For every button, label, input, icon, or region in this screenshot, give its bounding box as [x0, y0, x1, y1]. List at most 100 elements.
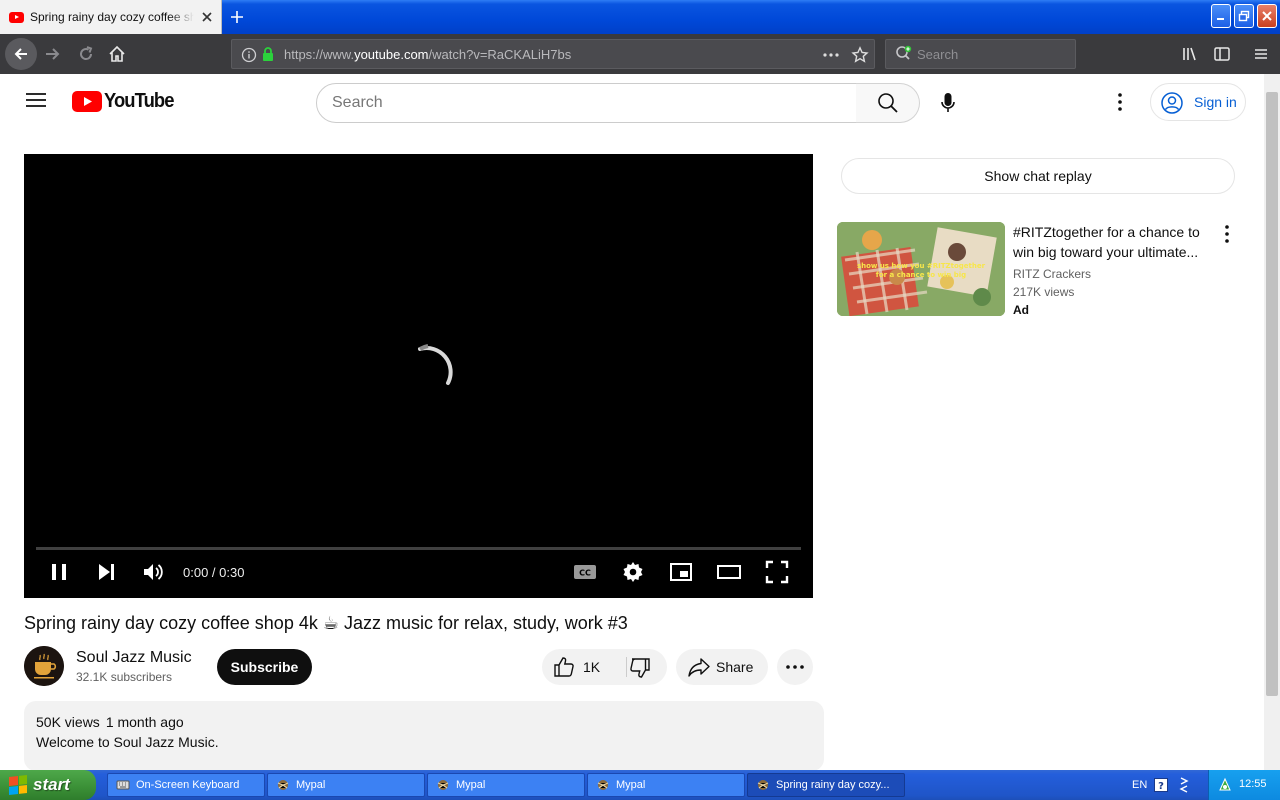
- arrow-left-icon: [14, 48, 27, 60]
- tray-arrows-icon[interactable]: [1178, 776, 1190, 794]
- network-icon[interactable]: [1217, 777, 1233, 793]
- youtube-header: YouTube Search Sign in: [0, 74, 1264, 130]
- url-path: /watch?v=RaCKALiH7bs: [428, 47, 572, 62]
- taskbar-item-label: Mypal: [456, 779, 486, 791]
- theater-mode-icon[interactable]: [717, 560, 741, 584]
- svg-text:CC: CC: [579, 569, 591, 578]
- youtube-search-button[interactable]: [856, 83, 920, 123]
- ad-channel: RITZ Crackers: [1013, 267, 1091, 281]
- browser-nav-bar: https://www.youtube.com/watch?v=RaCKALiH…: [0, 34, 1280, 74]
- sign-in-label: Sign in: [1194, 94, 1237, 110]
- start-label: start: [33, 775, 70, 794]
- youtube-logo-text: YouTube: [104, 90, 174, 112]
- next-video-icon[interactable]: [94, 560, 118, 584]
- search-icon: [877, 93, 898, 113]
- tab-close-icon[interactable]: [200, 10, 214, 24]
- description-box[interactable]: 50K views 1 month ago Welcome to Soul Jaz…: [24, 701, 824, 771]
- share-label: Share: [716, 659, 754, 675]
- page-scrollbar[interactable]: [1264, 74, 1280, 770]
- more-actions-button[interactable]: [777, 649, 813, 685]
- video-player[interactable]: 0:00 / 0:30 CC: [24, 154, 813, 598]
- url-bar[interactable]: https://www.youtube.com/watch?v=RaCKALiH…: [231, 39, 875, 69]
- time-display: 0:00 / 0:30: [183, 565, 245, 580]
- browser-search-bar[interactable]: Search: [885, 39, 1076, 69]
- like-dislike-bar: 1K: [542, 649, 667, 685]
- taskbar-item-on-screen-keyboard[interactable]: On-Screen Keyboard: [107, 773, 265, 797]
- subscribe-button[interactable]: Subscribe: [217, 649, 312, 685]
- channel-avatar[interactable]: [24, 646, 64, 686]
- taskbar-item-mypal-1[interactable]: Mypal: [267, 773, 425, 797]
- ad-title[interactable]: #RITZtogether for a chance to win big to…: [1013, 222, 1213, 262]
- loading-spinner-icon: [418, 344, 453, 385]
- home-icon[interactable]: [107, 44, 127, 64]
- scrollbar-thumb[interactable]: [1266, 92, 1278, 696]
- back-button[interactable]: [5, 38, 37, 70]
- more-horizontal-icon: [786, 665, 804, 669]
- menu-icon[interactable]: [1251, 44, 1271, 64]
- miniplayer-icon[interactable]: [669, 560, 693, 584]
- reload-icon[interactable]: [76, 44, 96, 64]
- hamburger-icon[interactable]: [26, 92, 46, 108]
- fullscreen-icon[interactable]: [765, 560, 789, 584]
- description-text: Welcome to Soul Jazz Music.: [36, 734, 219, 750]
- url-prefix: https://www.: [284, 47, 355, 62]
- mypal-icon: [277, 780, 289, 790]
- url-text: https://www.youtube.com/watch?v=RaCKALiH…: [284, 47, 571, 62]
- share-button[interactable]: Share: [676, 649, 768, 685]
- minimize-button[interactable]: [1211, 4, 1231, 28]
- browser-title-bar: Spring rainy day cozy coffee shop 4k ☕ J…: [0, 0, 1280, 34]
- volume-icon[interactable]: [141, 560, 165, 584]
- restore-button[interactable]: [1234, 4, 1254, 28]
- bookmark-star-icon[interactable]: [851, 46, 869, 64]
- share-arrow-icon: [688, 658, 710, 677]
- settings-dots-icon[interactable]: [1110, 92, 1130, 112]
- ad-thumbnail[interactable]: show us how you #RITZtogether for a chan…: [837, 222, 1005, 316]
- restore-icon: [1238, 10, 1250, 22]
- taskbar-item-mypal-3[interactable]: Mypal: [587, 773, 745, 797]
- description-meta: 50K views 1 month ago: [36, 714, 184, 730]
- pause-icon[interactable]: [47, 560, 71, 584]
- mypal-icon: [597, 780, 609, 790]
- channel-name[interactable]: Soul Jazz Music: [76, 649, 192, 667]
- browser-tab[interactable]: Spring rainy day cozy coffee shop 4k ☕ J…: [0, 0, 222, 34]
- youtube-play-logo-icon: [72, 91, 102, 112]
- help-icon[interactable]: ?: [1154, 778, 1168, 792]
- library-icon[interactable]: [1180, 44, 1200, 64]
- minimize-icon: [1217, 18, 1224, 20]
- new-tab-icon[interactable]: [228, 8, 246, 26]
- view-count: 50K views: [36, 714, 100, 730]
- youtube-logo[interactable]: YouTube: [72, 90, 180, 113]
- like-count[interactable]: 1K: [583, 659, 600, 675]
- sign-in-button[interactable]: Sign in: [1150, 83, 1246, 121]
- start-button[interactable]: start: [0, 770, 96, 800]
- settings-gear-icon[interactable]: [621, 560, 645, 584]
- progress-bar[interactable]: [36, 547, 801, 550]
- show-chat-replay-button[interactable]: Show chat replay: [841, 158, 1235, 194]
- taskbar-item-label: On-Screen Keyboard: [136, 779, 240, 791]
- microphone-icon[interactable]: [939, 91, 957, 115]
- page-actions-icon[interactable]: [822, 47, 840, 63]
- window-close-button[interactable]: [1257, 4, 1277, 28]
- closed-captions-icon[interactable]: CC: [573, 560, 597, 584]
- youtube-favicon-icon: [9, 11, 24, 23]
- window-close-icon: [1262, 11, 1272, 21]
- forward-arrow-icon[interactable]: [43, 44, 63, 64]
- browser-search-placeholder: Search: [917, 47, 959, 62]
- tab-title: Spring rainy day cozy coffee shop 4k ☕ J…: [30, 10, 194, 24]
- ad-views: 217K views: [1013, 285, 1075, 299]
- lock-icon: [263, 47, 273, 61]
- svg-text:?: ?: [1158, 781, 1164, 792]
- ad-menu-icon[interactable]: [1217, 224, 1237, 244]
- youtube-search-input[interactable]: Search: [316, 83, 857, 123]
- thumbs-down-icon[interactable]: [629, 657, 651, 679]
- info-icon[interactable]: [241, 47, 257, 63]
- language-indicator[interactable]: EN: [1132, 779, 1147, 791]
- thumbs-up-icon[interactable]: [553, 656, 575, 678]
- video-title: Spring rainy day cozy coffee shop 4k ☕ J…: [24, 613, 628, 633]
- taskbar-item-mypal-2[interactable]: Mypal: [427, 773, 585, 797]
- taskbar-item-label: Mypal: [616, 779, 646, 791]
- search-engine-icon: [896, 45, 912, 60]
- taskbar-item-youtube-video[interactable]: Spring rainy day cozy...: [747, 773, 905, 797]
- sidebar-toggle-icon[interactable]: [1212, 44, 1232, 64]
- user-avatar-icon: [1161, 92, 1183, 114]
